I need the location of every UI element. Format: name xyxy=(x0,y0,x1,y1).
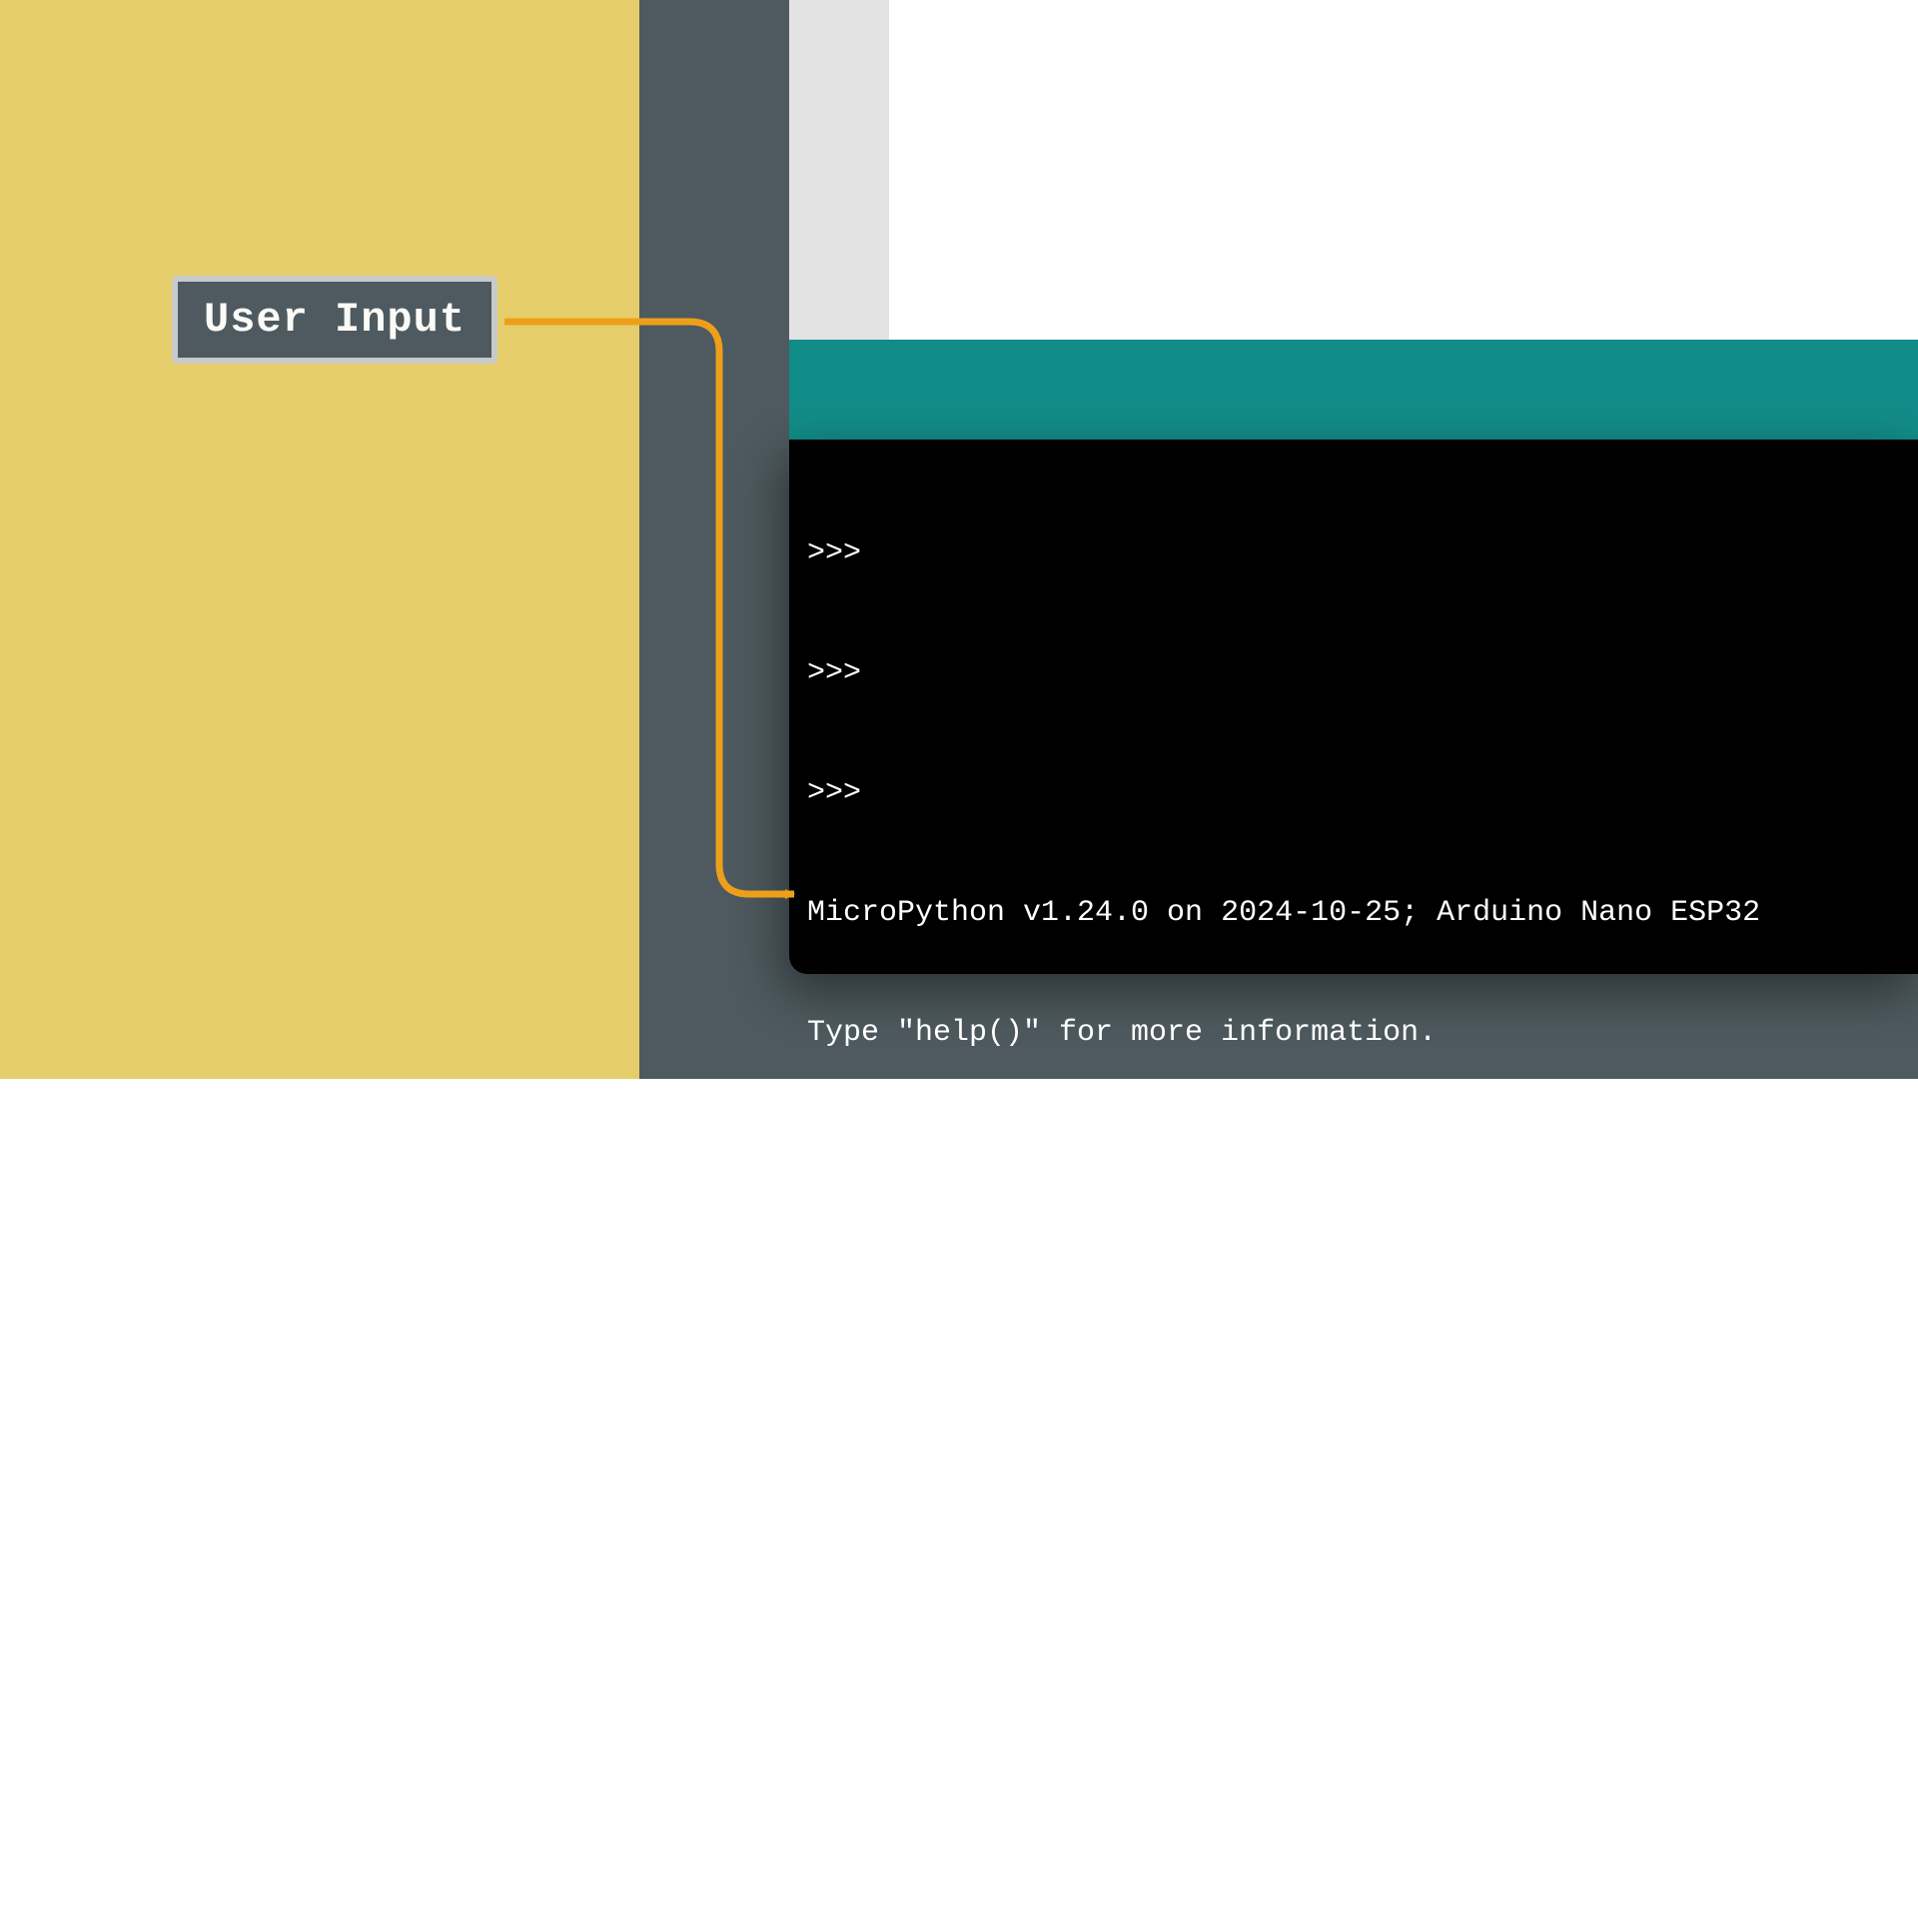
terminal-line: >>> xyxy=(807,1133,1900,1173)
terminal-line: Type "help()" for more information. xyxy=(807,1013,1900,1053)
user-input-callout: User Input xyxy=(172,276,497,364)
terminal-line: >>> xyxy=(807,533,1900,573)
terminal-line: Type "help()" for more information. xyxy=(807,1732,1900,1772)
terminal-line: > xyxy=(807,1492,1900,1532)
editor-gutter xyxy=(789,0,889,340)
terminal-header-bar xyxy=(789,340,1918,440)
terminal-line: MicroPython v1.24.0 on 2024-10-25; Ardui… xyxy=(807,1612,1900,1652)
terminal-line: >OKHello World! xyxy=(807,1373,1900,1413)
editor-area xyxy=(789,0,1918,340)
terminal-line: raw REPL; CTRL-B to exit xyxy=(807,1253,1900,1293)
terminal-line: >>> xyxy=(807,773,1900,813)
left-panel xyxy=(0,0,639,1079)
terminal-prompt[interactable]: >>> xyxy=(807,1852,1900,1892)
terminal-output[interactable]: >>> >>> >>> MicroPython v1.24.0 on 2024-… xyxy=(789,440,1918,974)
terminal-line: MicroPython v1.24.0 on 2024-10-25; Ardui… xyxy=(807,893,1900,933)
terminal-line: >>> xyxy=(807,653,1900,693)
callout-label: User Input xyxy=(204,296,466,344)
